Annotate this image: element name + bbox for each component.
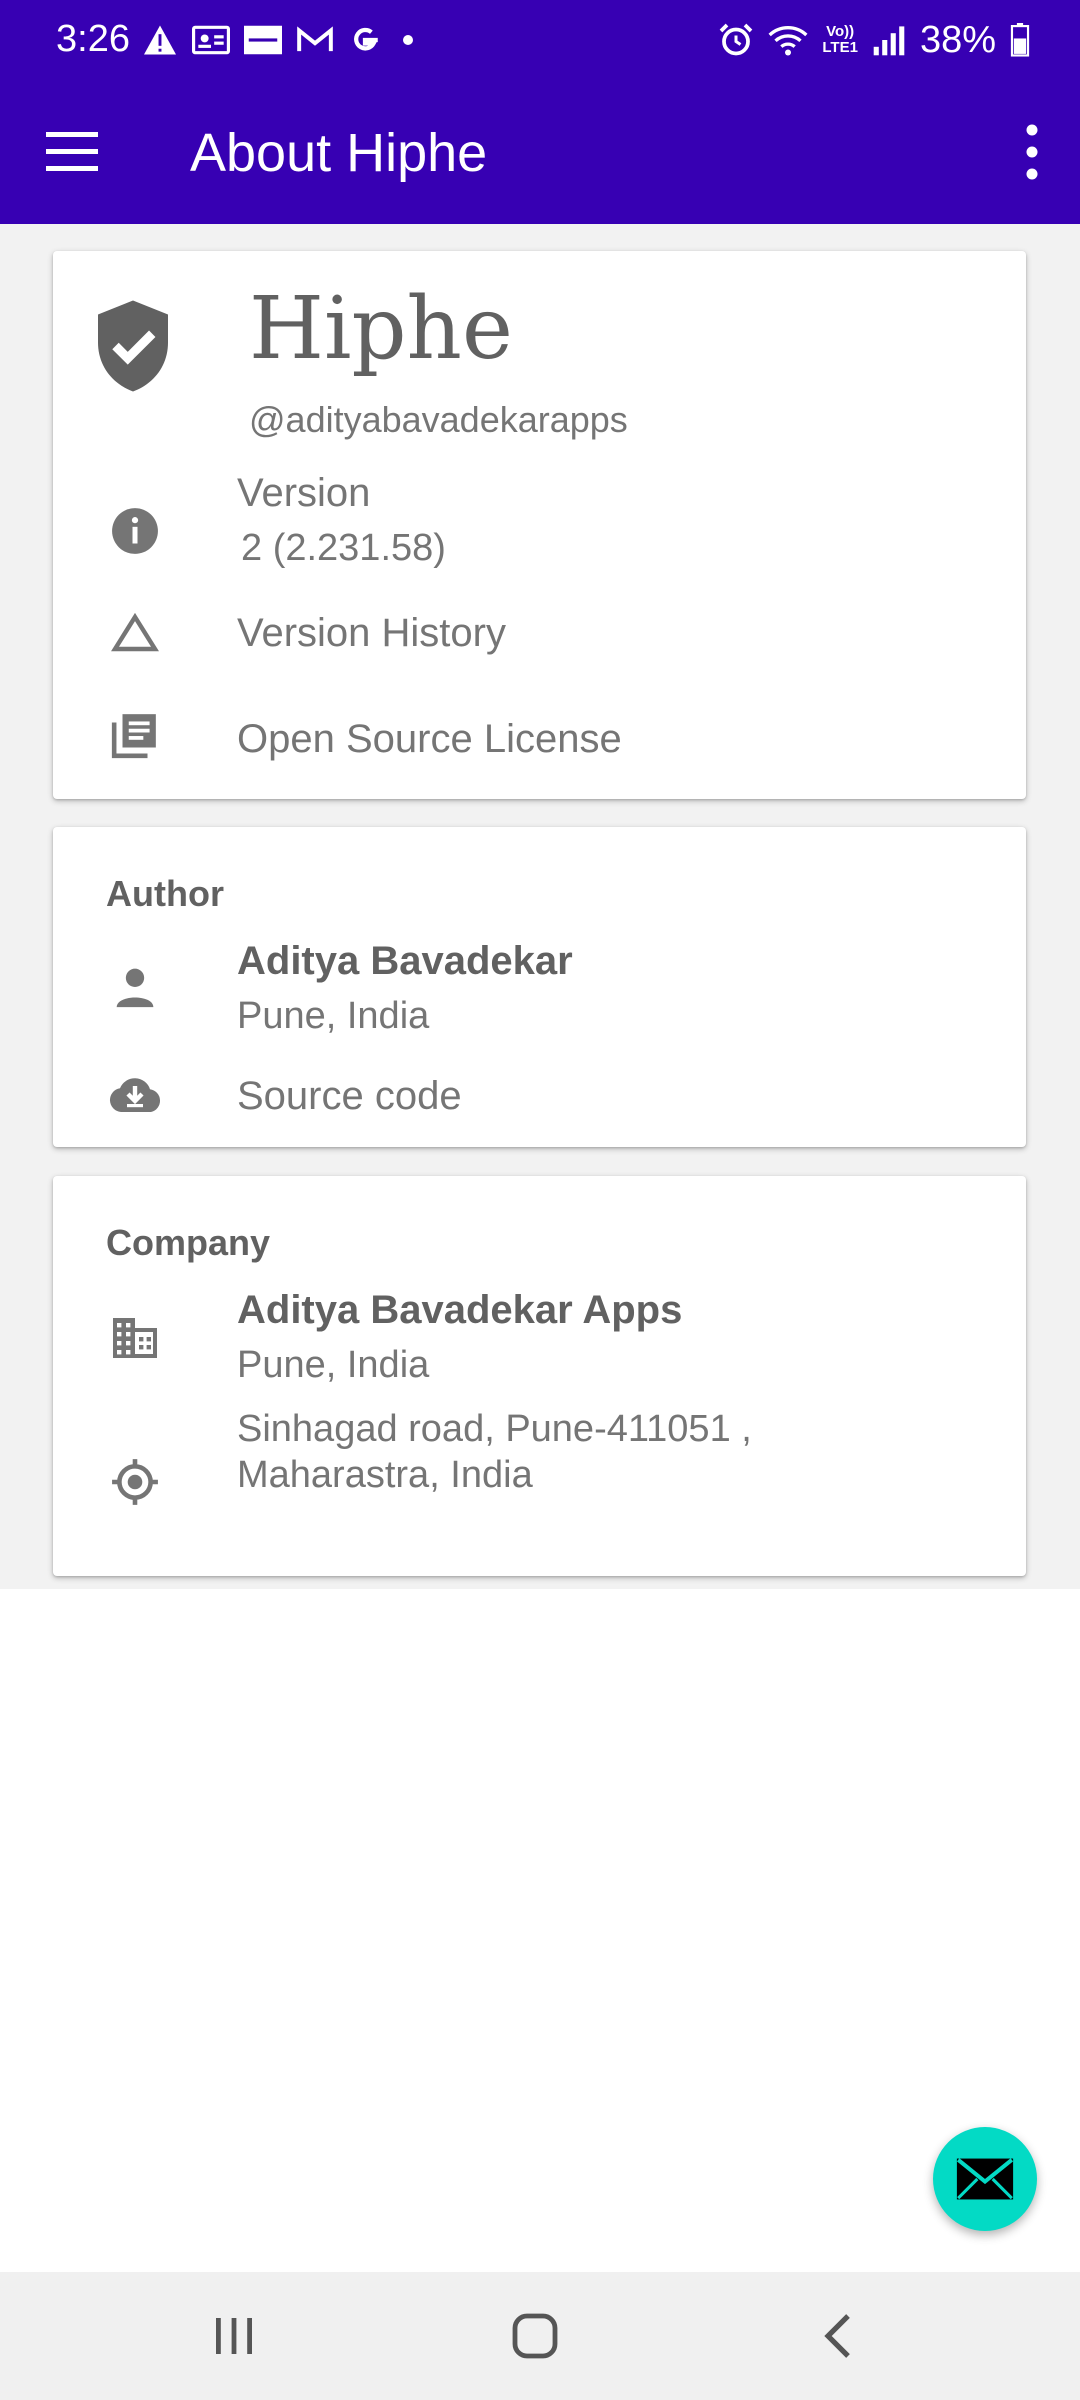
volte-icon: Vo)) LTE1 — [822, 23, 858, 56]
open-source-license-label: Open Source License — [237, 717, 622, 761]
battery-icon — [1010, 23, 1030, 57]
back-button[interactable] — [808, 2308, 868, 2364]
id-card-icon — [192, 25, 230, 55]
home-button[interactable] — [505, 2308, 565, 2364]
google-icon — [348, 23, 382, 57]
person-icon — [103, 955, 167, 1019]
status-time: 3:26 — [56, 18, 130, 60]
info-icon — [103, 499, 167, 563]
author-name: Aditya Bavadekar — [237, 939, 573, 983]
author-row[interactable]: Aditya Bavadekar Pune, India — [53, 939, 1026, 1049]
open-source-license-row[interactable]: Open Source License — [53, 703, 1026, 783]
mail-icon — [956, 2158, 1014, 2200]
zomato-icon — [244, 25, 282, 55]
author-card: Author Aditya Bavadekar Pune, India Sour… — [53, 827, 1026, 1147]
app-info-card: Hiphe @adityabavadekarapps Version 2 (2.… — [53, 251, 1026, 799]
alarm-icon — [718, 22, 754, 58]
gps-location-icon — [103, 1450, 167, 1514]
app-name: Hiphe — [249, 279, 513, 379]
recents-button[interactable] — [204, 2308, 264, 2364]
page-title: About Hiphe — [190, 123, 488, 183]
hamburger-menu-icon — [46, 132, 98, 171]
author-location: Pune, India — [237, 995, 430, 1037]
company-address-line1: Sinhagad road, Pune-411051 , — [237, 1408, 752, 1450]
back-icon — [824, 2314, 850, 2358]
source-code-label: Source code — [237, 1074, 462, 1118]
system-nav-bar — [0, 2272, 1080, 2400]
author-section-title: Author — [106, 873, 224, 914]
developer-handle: @adityabavadekarapps — [249, 399, 628, 440]
company-card: Company Aditya Bavadekar Apps Pune, Indi… — [53, 1176, 1026, 1576]
email-fab-button[interactable] — [933, 2127, 1037, 2231]
verified-shield-icon — [98, 300, 168, 392]
notification-icons — [142, 18, 420, 62]
signal-icon — [872, 24, 906, 56]
version-history-label: Version History — [237, 611, 506, 655]
company-address-row[interactable]: Sinhagad road, Pune-411051 , Maharastra,… — [53, 1408, 1026, 1518]
content-area: Hiphe @adityabavadekarapps Version 2 (2.… — [0, 224, 1080, 1589]
company-address-line2: Maharastra, India — [237, 1454, 533, 1496]
company-name: Aditya Bavadekar Apps — [237, 1288, 683, 1332]
app-bar: About Hiphe — [0, 80, 1080, 224]
wifi-icon — [768, 23, 808, 57]
company-row[interactable]: Aditya Bavadekar Apps Pune, India — [53, 1288, 1026, 1398]
version-row[interactable]: Version 2 (2.231.58) — [53, 471, 1026, 581]
version-label: Version — [237, 471, 371, 515]
cloud-download-icon — [103, 1062, 167, 1126]
app-logo — [91, 297, 175, 395]
source-code-row[interactable]: Source code — [53, 1062, 1026, 1142]
recents-icon — [216, 2318, 252, 2354]
system-icons: Vo)) LTE1 38% — [718, 18, 1030, 62]
company-section-title: Company — [106, 1222, 271, 1263]
version-value: 2 (2.231.58) — [241, 527, 446, 569]
overflow-menu-button[interactable] — [1004, 116, 1060, 188]
gmail-icon — [296, 25, 334, 55]
company-location: Pune, India — [237, 1344, 430, 1386]
menu-button[interactable] — [40, 124, 104, 180]
more-vertical-icon — [1026, 124, 1038, 180]
warning-icon — [142, 24, 178, 56]
library-books-icon — [103, 703, 167, 767]
status-bar: 3:26 Vo)) LTE1 38% — [0, 0, 1080, 80]
version-history-icon — [103, 601, 167, 665]
home-icon — [512, 2313, 558, 2359]
version-history-row[interactable]: Version History — [53, 601, 1026, 681]
business-building-icon — [103, 1306, 167, 1370]
dot-icon — [396, 28, 420, 52]
battery-percent: 38% — [919, 18, 996, 61]
